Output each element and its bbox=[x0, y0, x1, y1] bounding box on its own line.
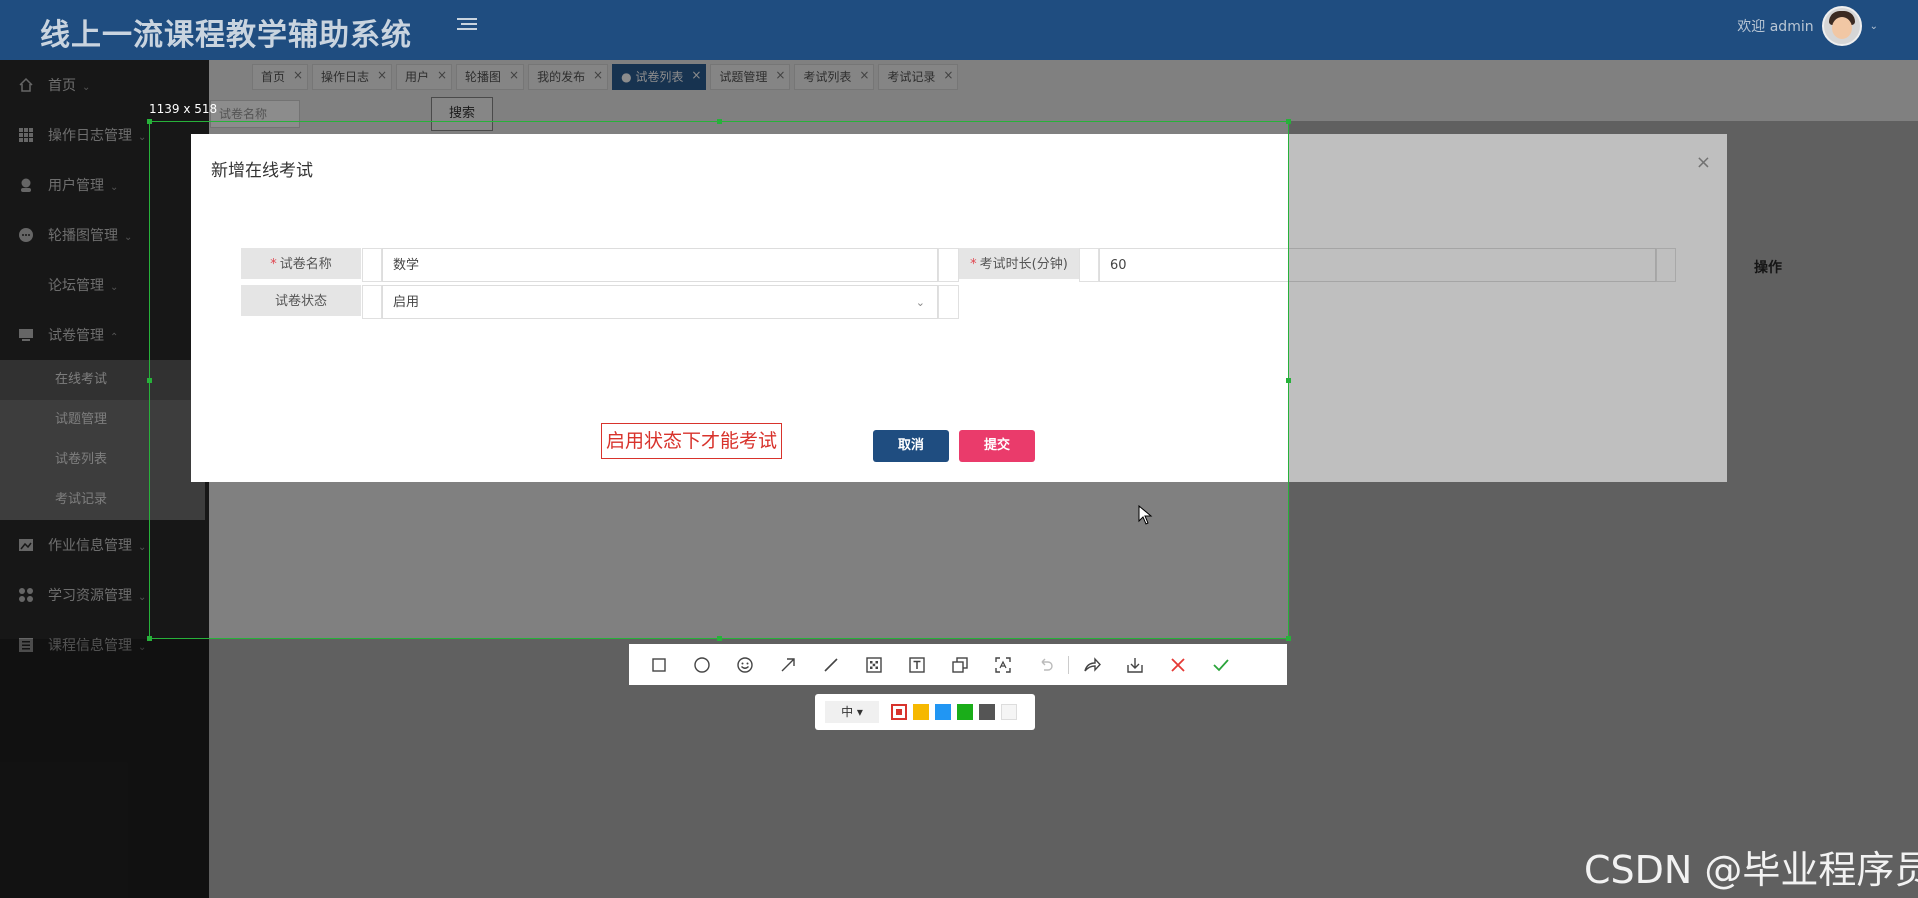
menu-toggle-icon[interactable] bbox=[457, 15, 477, 33]
color-palette: 中 ▾ bbox=[815, 694, 1035, 730]
color-swatch-red[interactable] bbox=[891, 704, 907, 720]
color-swatch-gray[interactable] bbox=[979, 704, 995, 720]
capture-toolbar bbox=[629, 644, 1287, 685]
mosaic-icon[interactable] bbox=[852, 644, 895, 685]
mouse-cursor-icon bbox=[1138, 505, 1153, 525]
selection-size-label: 1139 x 518 bbox=[149, 102, 218, 116]
resize-handle[interactable] bbox=[1286, 636, 1291, 641]
resize-handle[interactable] bbox=[717, 119, 722, 124]
ellipse-icon[interactable] bbox=[680, 644, 723, 685]
capture-selection[interactable] bbox=[147, 119, 1291, 641]
line-icon[interactable] bbox=[809, 644, 852, 685]
undo-icon[interactable] bbox=[1024, 644, 1067, 685]
arrow-icon[interactable] bbox=[766, 644, 809, 685]
resize-handle[interactable] bbox=[147, 119, 152, 124]
color-swatch-blue[interactable] bbox=[935, 704, 951, 720]
share-icon[interactable] bbox=[1070, 644, 1113, 685]
cancel-icon[interactable] bbox=[1156, 644, 1199, 685]
resize-handle[interactable] bbox=[1286, 378, 1291, 383]
pen-size-select[interactable]: 中 ▾ bbox=[825, 701, 879, 723]
color-swatch-green[interactable] bbox=[957, 704, 973, 720]
resize-handle[interactable] bbox=[717, 636, 722, 641]
download-icon[interactable] bbox=[1113, 644, 1156, 685]
watermark: CSDN @毕业程序员 bbox=[1584, 848, 1918, 892]
app-title: 线上一流课程教学辅助系统 bbox=[40, 18, 412, 53]
capture-shade bbox=[1289, 121, 1918, 898]
resize-handle[interactable] bbox=[1286, 119, 1291, 124]
copy-icon[interactable] bbox=[938, 644, 981, 685]
color-swatch-yellow[interactable] bbox=[913, 704, 929, 720]
resize-handle[interactable] bbox=[147, 636, 152, 641]
rectangle-icon[interactable] bbox=[637, 644, 680, 685]
confirm-icon[interactable] bbox=[1199, 644, 1242, 685]
chevron-down-icon[interactable]: ⌄ bbox=[1870, 21, 1878, 32]
resize-handle[interactable] bbox=[147, 378, 152, 383]
color-swatch-white[interactable] bbox=[1001, 704, 1017, 720]
ocr-icon[interactable] bbox=[981, 644, 1024, 685]
welcome-text: 欢迎 admin bbox=[1737, 19, 1814, 35]
toolbar-divider bbox=[1068, 655, 1069, 674]
text-icon[interactable] bbox=[895, 644, 938, 685]
user-menu[interactable]: 欢迎 admin ⌄ bbox=[1737, 5, 1878, 47]
avatar[interactable] bbox=[1821, 6, 1862, 46]
top-header: 线上一流课程教学辅助系统 欢迎 admin ⌄ bbox=[0, 0, 1918, 60]
emoji-icon[interactable] bbox=[723, 644, 766, 685]
